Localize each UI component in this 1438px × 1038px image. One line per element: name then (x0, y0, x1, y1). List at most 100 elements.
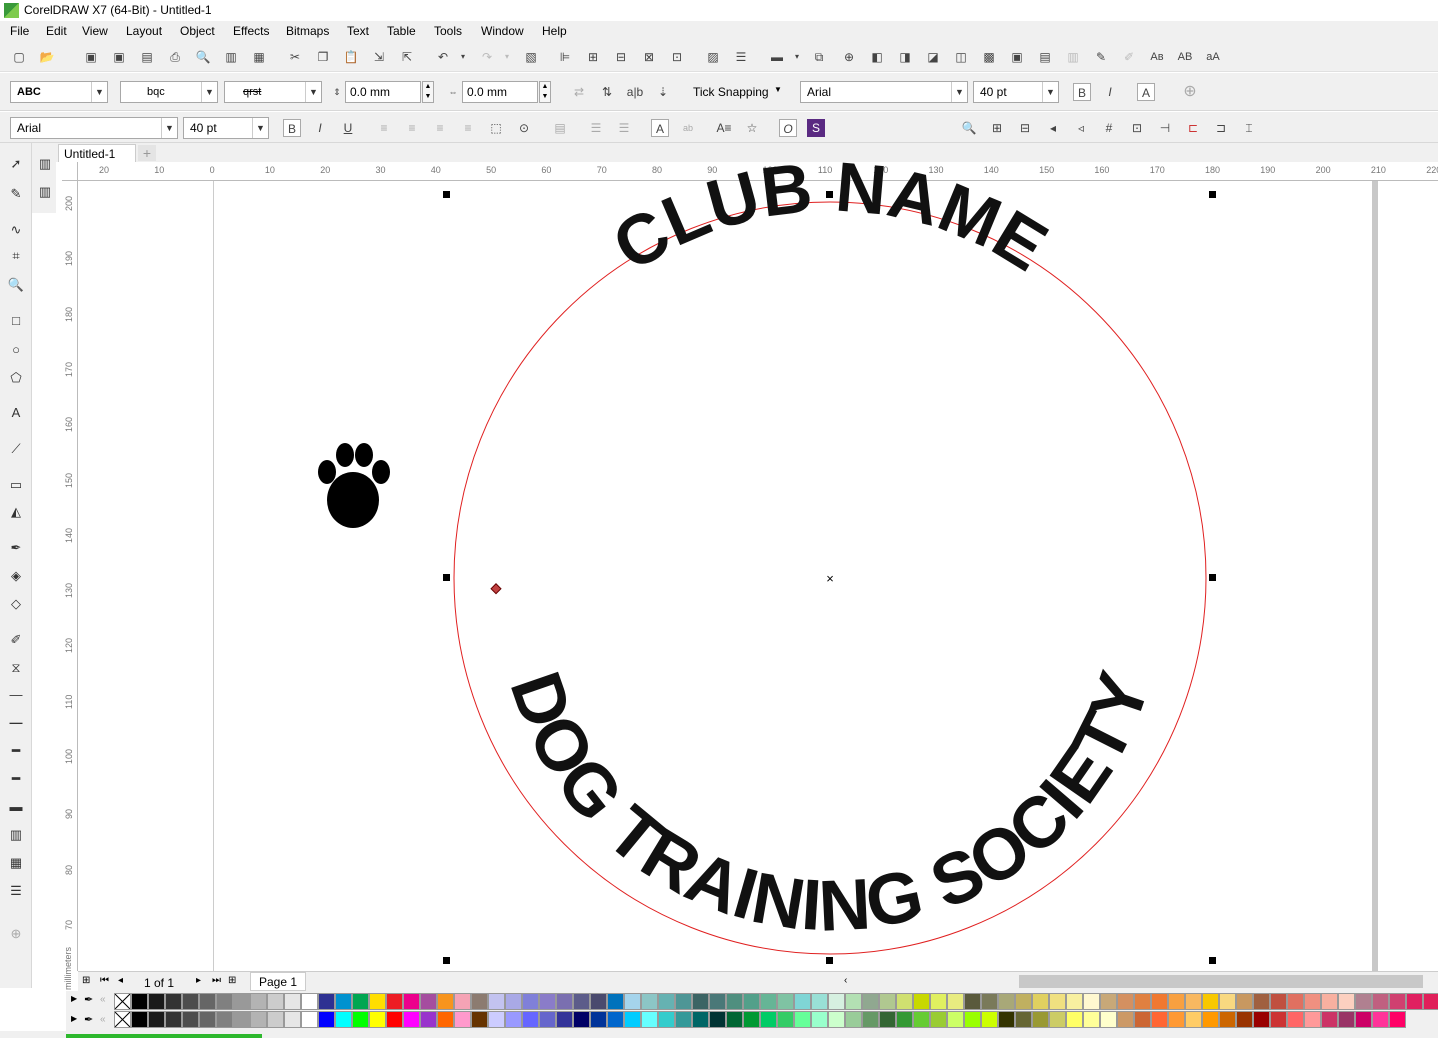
paw-print-icon[interactable] (318, 443, 390, 528)
color-swatch[interactable] (1185, 1011, 1202, 1028)
color-swatch[interactable] (522, 993, 539, 1010)
color-swatch[interactable] (284, 993, 301, 1010)
color-swatch[interactable] (743, 993, 760, 1010)
previous-page-icon[interactable]: ◂ (118, 975, 123, 986)
color-swatch[interactable] (369, 993, 386, 1010)
color-swatch[interactable] (454, 993, 471, 1010)
color-swatch[interactable] (165, 993, 182, 1010)
color-swatch[interactable] (760, 993, 777, 1010)
color-swatch[interactable] (1134, 1011, 1151, 1028)
color-swatch[interactable] (658, 1011, 675, 1028)
color-swatch[interactable] (301, 1011, 318, 1028)
color-swatch[interactable] (420, 993, 437, 1010)
color-swatch[interactable] (1253, 1011, 1270, 1028)
color-swatch[interactable] (964, 1011, 981, 1028)
color-swatch[interactable] (148, 993, 165, 1010)
color-swatch[interactable] (590, 993, 607, 1010)
color-swatch[interactable] (845, 1011, 862, 1028)
color-swatch[interactable] (777, 1011, 794, 1028)
color-swatch[interactable] (1406, 993, 1423, 1010)
color-swatch[interactable] (284, 1011, 301, 1028)
color-swatch[interactable] (709, 993, 726, 1010)
palette-menu-icon[interactable]: ▶ (71, 994, 77, 1003)
color-swatch[interactable] (335, 1011, 352, 1028)
color-swatch[interactable] (998, 1011, 1015, 1028)
color-swatch[interactable] (522, 1011, 539, 1028)
color-swatch[interactable] (641, 993, 658, 1010)
color-swatch[interactable] (1032, 1011, 1049, 1028)
no-color-swatch[interactable] (114, 993, 131, 1010)
color-swatch[interactable] (216, 1011, 233, 1028)
color-swatch[interactable] (233, 993, 250, 1010)
color-swatch[interactable] (1304, 993, 1321, 1010)
color-swatch[interactable] (318, 993, 335, 1010)
eyedropper-icon[interactable]: ✒ (84, 993, 93, 1006)
color-swatch[interactable] (1338, 1011, 1355, 1028)
color-swatch[interactable] (1100, 993, 1117, 1010)
color-swatch[interactable] (998, 993, 1015, 1010)
color-swatch[interactable] (675, 1011, 692, 1028)
color-swatch[interactable] (420, 1011, 437, 1028)
color-swatch[interactable] (590, 1011, 607, 1028)
next-page-icon[interactable]: ▸ (196, 975, 201, 986)
first-page-icon[interactable]: ⏮ (100, 975, 109, 986)
color-swatch[interactable] (692, 993, 709, 1010)
color-swatch[interactable] (1236, 1011, 1253, 1028)
color-swatch[interactable] (1100, 1011, 1117, 1028)
color-swatch[interactable] (301, 993, 318, 1010)
color-swatch[interactable] (1134, 993, 1151, 1010)
color-swatch[interactable] (505, 993, 522, 1010)
color-swatch[interactable] (709, 1011, 726, 1028)
color-swatch[interactable] (505, 1011, 522, 1028)
color-swatch[interactable] (896, 1011, 913, 1028)
color-swatch[interactable] (369, 1011, 386, 1028)
color-swatch[interactable] (131, 993, 148, 1010)
color-swatch[interactable] (1321, 993, 1338, 1010)
scroll-palette-left-2-icon[interactable]: « (100, 1014, 106, 1025)
color-swatch[interactable] (1015, 993, 1032, 1010)
color-swatch[interactable] (556, 1011, 573, 1028)
color-swatch[interactable] (573, 993, 590, 1010)
color-swatch[interactable] (794, 1011, 811, 1028)
color-swatch[interactable] (1287, 1011, 1304, 1028)
color-swatch[interactable] (352, 993, 369, 1010)
color-swatch[interactable] (454, 1011, 471, 1028)
color-swatch[interactable] (1202, 1011, 1219, 1028)
color-swatch[interactable] (726, 1011, 743, 1028)
color-swatch[interactable] (437, 993, 454, 1010)
color-swatch[interactable] (624, 993, 641, 1010)
color-swatch[interactable] (811, 993, 828, 1010)
color-swatch[interactable] (641, 1011, 658, 1028)
color-swatch[interactable] (539, 993, 556, 1010)
color-swatch[interactable] (1389, 993, 1406, 1010)
color-swatch[interactable] (760, 1011, 777, 1028)
color-swatch[interactable] (947, 993, 964, 1010)
color-swatch[interactable] (726, 993, 743, 1010)
top-arc-text[interactable]: CLUB NAME (600, 147, 1060, 285)
color-swatch[interactable] (1168, 1011, 1185, 1028)
color-swatch[interactable] (386, 1011, 403, 1028)
color-swatch[interactable] (1355, 1011, 1372, 1028)
color-swatch[interactable] (403, 993, 420, 1010)
color-swatch[interactable] (182, 993, 199, 1010)
color-swatch[interactable] (607, 1011, 624, 1028)
last-page-icon[interactable]: ⏭ (212, 975, 221, 986)
color-swatch[interactable] (539, 1011, 556, 1028)
add-page-icon[interactable]: ⊞ (228, 975, 236, 986)
color-swatch[interactable] (199, 993, 216, 1010)
color-swatch[interactable] (930, 993, 947, 1010)
color-swatch[interactable] (556, 993, 573, 1010)
scroll-palette-left-icon[interactable]: « (100, 994, 106, 1005)
color-swatch[interactable] (930, 1011, 947, 1028)
color-swatch[interactable] (828, 1011, 845, 1028)
color-swatch[interactable] (386, 993, 403, 1010)
color-swatch[interactable] (1151, 993, 1168, 1010)
color-swatch[interactable] (1066, 993, 1083, 1010)
color-swatch[interactable] (1287, 993, 1304, 1010)
color-swatch[interactable] (216, 993, 233, 1010)
no-color-swatch[interactable] (114, 1011, 131, 1028)
color-swatch[interactable] (488, 993, 505, 1010)
eyedropper-2-icon[interactable]: ✒ (84, 1013, 93, 1026)
color-swatch[interactable] (471, 1011, 488, 1028)
color-swatch[interactable] (981, 993, 998, 1010)
